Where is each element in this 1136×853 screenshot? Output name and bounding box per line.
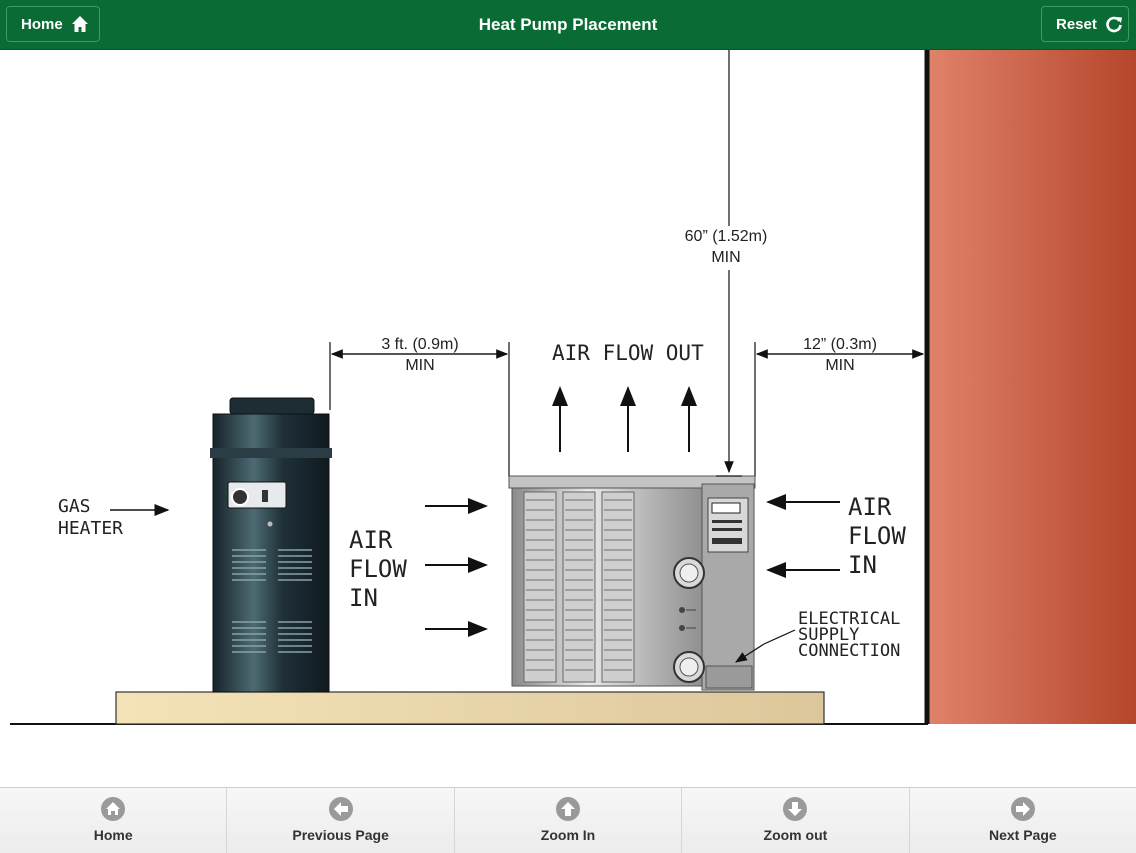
home-icon [101, 797, 126, 821]
arrow-up-icon [556, 797, 581, 821]
dimension-top-min: MIN [711, 249, 741, 266]
air-flow-in-left-arrows [425, 498, 488, 637]
air-flow-in-right-line2: FLOW [848, 522, 906, 550]
home-icon [71, 15, 89, 33]
air-flow-in-right-line3: IN [848, 551, 877, 579]
dimension-right-label: 12” (0.3m) MIN [770, 334, 910, 376]
gas-heater-label-line2: HEATER [58, 518, 124, 539]
air-flow-in-left-line2: FLOW [349, 555, 407, 583]
arrow-down-icon [783, 797, 808, 821]
heat-pump-unit [508, 475, 756, 691]
air-flow-in-left-label: AIR FLOW IN [349, 526, 407, 613]
placement-diagram: GAS HEATER 3 ft. (0.9m) MIN AIR FLOW OUT… [0, 50, 1136, 790]
refresh-icon [1105, 15, 1123, 33]
electrical-line3: CONNECTION [798, 641, 901, 661]
dimension-right-min: MIN [825, 357, 855, 374]
next-page-label: Next Page [988, 827, 1057, 843]
bottom-toolbar: Home Previous Page Zoom In Zoom out Next… [0, 787, 1136, 853]
air-flow-in-right-line1: AIR [848, 493, 892, 521]
zoom-out-label: Zoom out [763, 827, 828, 843]
previous-page-label: Previous Page [292, 827, 389, 843]
dimension-right-value: 12” (0.3m) [803, 336, 877, 353]
air-flow-out-label: AIR FLOW OUT [552, 341, 704, 365]
gas-heater-label-line1: GAS [58, 496, 91, 517]
wall [928, 50, 1136, 724]
air-flow-in-right-label: AIR FLOW IN [848, 493, 906, 580]
gas-heater [210, 397, 332, 693]
diagram-artwork [10, 50, 1136, 725]
footer-home-button[interactable]: Home [0, 788, 228, 853]
previous-page-button[interactable]: Previous Page [227, 788, 455, 853]
air-flow-in-right-arrows [766, 494, 840, 578]
air-flow-out-arrows [552, 386, 697, 452]
concrete-pad [115, 691, 825, 725]
zoom-in-label: Zoom In [540, 827, 596, 843]
footer-home-label: Home [93, 827, 133, 843]
dimension-left-value: 3 ft. (0.9m) [381, 336, 459, 353]
dimension-top-label: 60” (1.52m) MIN [656, 226, 796, 268]
arrow-left-icon [328, 797, 353, 821]
page-title: Heat Pump Placement [478, 15, 658, 34]
air-flow-in-left-line1: AIR [349, 526, 393, 554]
dimension-left-min: MIN [405, 357, 435, 374]
home-button[interactable]: Home [6, 6, 100, 42]
home-button-label: Home [21, 15, 63, 33]
zoom-out-button[interactable]: Zoom out [682, 788, 910, 853]
dimension-left-label: 3 ft. (0.9m) MIN [340, 334, 500, 376]
reset-button-label: Reset [1056, 15, 1097, 33]
dimension-top-value: 60” (1.52m) [684, 228, 768, 245]
top-bar: Heat Pump Placement Home Reset [0, 0, 1136, 50]
reset-button[interactable]: Reset [1041, 6, 1129, 42]
gas-heater-label: GAS HEATER [58, 496, 123, 540]
arrow-right-icon [1010, 797, 1035, 821]
electrical-supply-label: ELECTRICAL SUPPLY CONNECTION [798, 611, 901, 661]
air-flow-in-left-line3: IN [349, 584, 378, 612]
zoom-in-button[interactable]: Zoom In [454, 788, 683, 853]
next-page-button[interactable]: Next Page [909, 788, 1136, 853]
